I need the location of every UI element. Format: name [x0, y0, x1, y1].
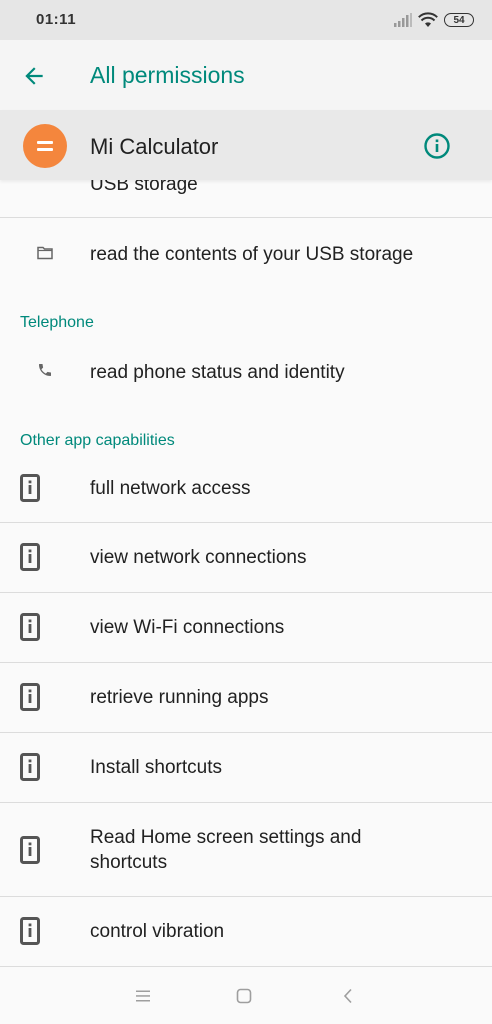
signal-icon — [394, 13, 412, 27]
app-permission-icon — [20, 917, 40, 945]
folder-icon — [37, 246, 53, 260]
app-permission-icon — [20, 543, 40, 571]
calculator-app-icon — [23, 124, 67, 168]
battery-level: 54 — [453, 14, 465, 26]
arrow-left-icon — [25, 67, 43, 85]
list-item-view-network-connections[interactable]: view network connections — [0, 523, 492, 592]
app-name: Mi Calculator — [90, 134, 219, 159]
list-item-phone-status[interactable]: read phone status and identity — [0, 342, 492, 404]
list-item-view-wifi-connections[interactable]: view Wi-Fi connections — [0, 593, 492, 662]
app-permission-icon — [20, 753, 40, 781]
app-bar: All permissions — [0, 40, 492, 111]
permission-label: retrieve running apps — [90, 687, 269, 708]
chevron-left-icon — [343, 988, 352, 1004]
app-permission-icon — [20, 836, 40, 864]
app-info-button[interactable] — [423, 132, 451, 160]
menu-icon — [136, 990, 150, 1002]
permission-label: read phone status and identity — [90, 362, 345, 383]
back-button[interactable] — [18, 60, 50, 92]
back-nav-button[interactable] — [334, 984, 362, 1008]
section-header-telephone: Telephone — [20, 314, 94, 331]
permission-label: Install shortcuts — [90, 757, 222, 778]
battery-indicator: 54 — [444, 13, 474, 27]
permission-label: USB storage — [90, 180, 198, 195]
list-item-retrieve-running-apps[interactable]: retrieve running apps — [0, 663, 492, 732]
app-permission-icon — [20, 613, 40, 641]
status-time: 01:11 — [36, 11, 77, 28]
permission-label: full network access — [90, 478, 251, 499]
app-header: Mi Calculator — [0, 110, 492, 180]
list-item-install-shortcuts[interactable]: Install shortcuts — [0, 733, 492, 802]
app-permission-icon — [20, 683, 40, 711]
list-item-read-home-screen-settings[interactable]: Read Home screen settings and shortcuts — [0, 803, 492, 896]
page-title: All permissions — [90, 62, 245, 88]
navigation-bar — [0, 968, 492, 1024]
app-permission-icon — [20, 474, 40, 502]
permission-label: control vibration — [90, 921, 225, 942]
list-item-control-vibration[interactable]: control vibration — [0, 897, 492, 967]
status-bar: 01:11 54 — [0, 0, 492, 40]
list-item-read-usb-storage[interactable]: read the contents of your USB storage — [0, 218, 492, 288]
wifi-icon — [418, 12, 438, 27]
status-icons: 54 — [394, 10, 474, 30]
list-item-full-network-access[interactable]: full network access — [0, 453, 492, 522]
permission-label: view Wi-Fi connections — [90, 617, 285, 638]
permissions-list[interactable]: USB storage read the contents of your US… — [0, 180, 492, 968]
phone-icon — [39, 364, 51, 376]
list-item-usb-storage-partial: USB storage — [0, 180, 492, 205]
square-icon — [236, 988, 252, 1004]
permission-label: Read Home screen settings and shortcuts — [90, 827, 362, 873]
permission-label: read the contents of your USB storage — [90, 244, 414, 265]
info-icon — [424, 133, 450, 159]
equals-icon — [37, 141, 53, 151]
section-header-other-capabilities: Other app capabilities — [20, 432, 175, 449]
home-button[interactable] — [230, 984, 258, 1008]
permission-label: view network connections — [90, 547, 307, 568]
menu-button[interactable] — [129, 984, 157, 1008]
divider — [0, 966, 492, 967]
